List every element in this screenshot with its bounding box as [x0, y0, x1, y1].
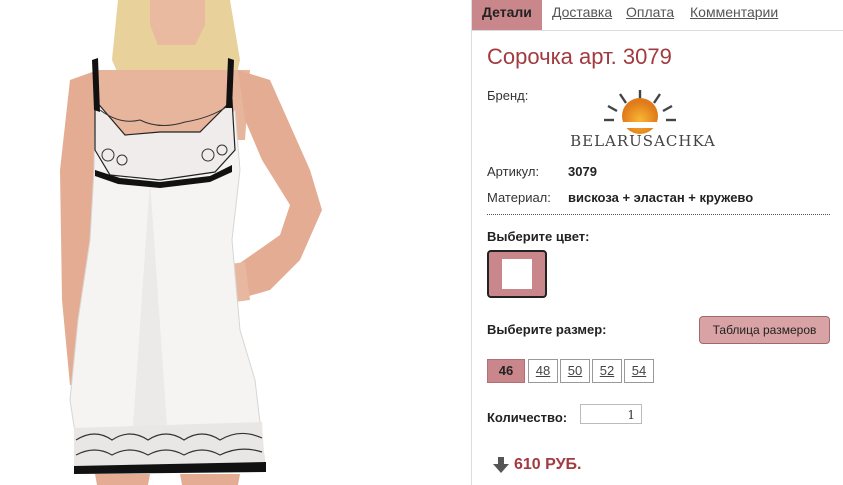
tab-delivery[interactable]: Доставка — [552, 0, 612, 30]
size-chart-button[interactable]: Таблица размеров — [699, 316, 830, 344]
tab-comments[interactable]: Комментарии — [690, 0, 778, 30]
size-option-54[interactable]: 54 — [624, 359, 654, 383]
size-option-48[interactable]: 48 — [528, 359, 558, 383]
size-option-50[interactable]: 50 — [560, 359, 590, 383]
material-label: Материал: — [487, 190, 551, 205]
brand-label: Бренд: — [487, 88, 529, 103]
color-swatch-fill — [502, 259, 532, 289]
product-price: 610 РУБ. — [514, 456, 582, 473]
brand-logo-text: BELARUSACHKA — [570, 132, 716, 150]
size-option-46[interactable]: 46 — [487, 359, 525, 383]
product-image — [60, 0, 322, 485]
quantity-input[interactable]: 1 — [580, 404, 642, 424]
color-section-label: Выберите цвет: — [487, 229, 590, 244]
brand-logo[interactable]: BELARUSACHKA — [568, 86, 718, 152]
divider-vertical — [471, 0, 472, 485]
tab-details[interactable]: Детали — [472, 0, 542, 30]
size-option-52[interactable]: 52 — [592, 359, 622, 383]
tab-payment[interactable]: Оплата — [626, 0, 674, 30]
arrow-down-icon — [493, 457, 509, 473]
material-value: вискоза + эластан + кружево — [568, 190, 754, 205]
divider-dotted — [487, 214, 830, 215]
product-title: Сорочка арт. 3079 — [487, 44, 672, 69]
article-label: Артикул: — [487, 164, 540, 179]
product-photo — [0, 0, 470, 485]
size-section-label: Выберите размер: — [487, 322, 607, 337]
article-value: 3079 — [568, 164, 597, 179]
detail-tabs: Детали Доставка Оплата Комментарии — [472, 0, 843, 31]
quantity-label: Количество: — [487, 410, 568, 425]
color-swatch-white[interactable] — [487, 250, 547, 298]
